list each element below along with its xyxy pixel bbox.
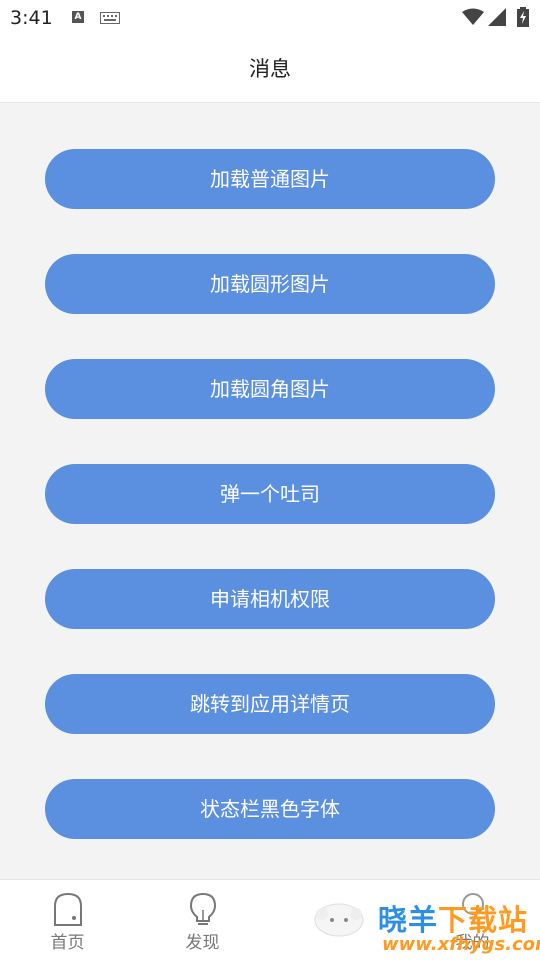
watermark-url: www.xfhygs.com xyxy=(382,934,540,955)
load-rounded-image-button[interactable]: 加载圆角图片 xyxy=(45,359,495,419)
page-title: 消息 xyxy=(0,36,540,103)
tab-discover-label: 发现 xyxy=(185,933,220,953)
button-list: 加载普通图片 加载圆形图片 加载圆角图片 弹一个吐司 申请相机权限 跳转到应用详… xyxy=(0,103,540,879)
tab-home[interactable]: 首页 xyxy=(0,880,135,961)
home-icon xyxy=(53,892,82,926)
load-circle-image-button[interactable]: 加载圆形图片 xyxy=(45,254,495,314)
keyboard-icon xyxy=(100,12,120,24)
show-toast-button[interactable]: 弹一个吐司 xyxy=(45,464,495,524)
sheep-logo xyxy=(314,903,364,937)
status-time: 3:41 xyxy=(10,7,53,29)
battery-icon xyxy=(517,7,529,27)
bulb-icon xyxy=(189,892,216,925)
request-camera-permission-button[interactable]: 申请相机权限 xyxy=(45,569,495,629)
load-normal-image-button[interactable]: 加载普通图片 xyxy=(45,149,495,209)
cell-signal-icon xyxy=(488,8,506,26)
notification-a-icon: A xyxy=(72,11,84,23)
dark-statusbar-font-button[interactable]: 状态栏黑色字体 xyxy=(45,779,495,839)
wifi-icon xyxy=(462,8,484,25)
watermark-brand-b: 下载站 xyxy=(438,903,529,937)
open-app-details-button[interactable]: 跳转到应用详情页 xyxy=(45,674,495,734)
tab-home-label: 首页 xyxy=(50,933,85,953)
watermark-brand-a: 晓羊 xyxy=(378,903,439,937)
status-bar: 3:41 A xyxy=(0,0,540,36)
tab-discover[interactable]: 发现 xyxy=(135,880,270,961)
watermark-brand: 晓羊下载站 xyxy=(378,897,528,939)
